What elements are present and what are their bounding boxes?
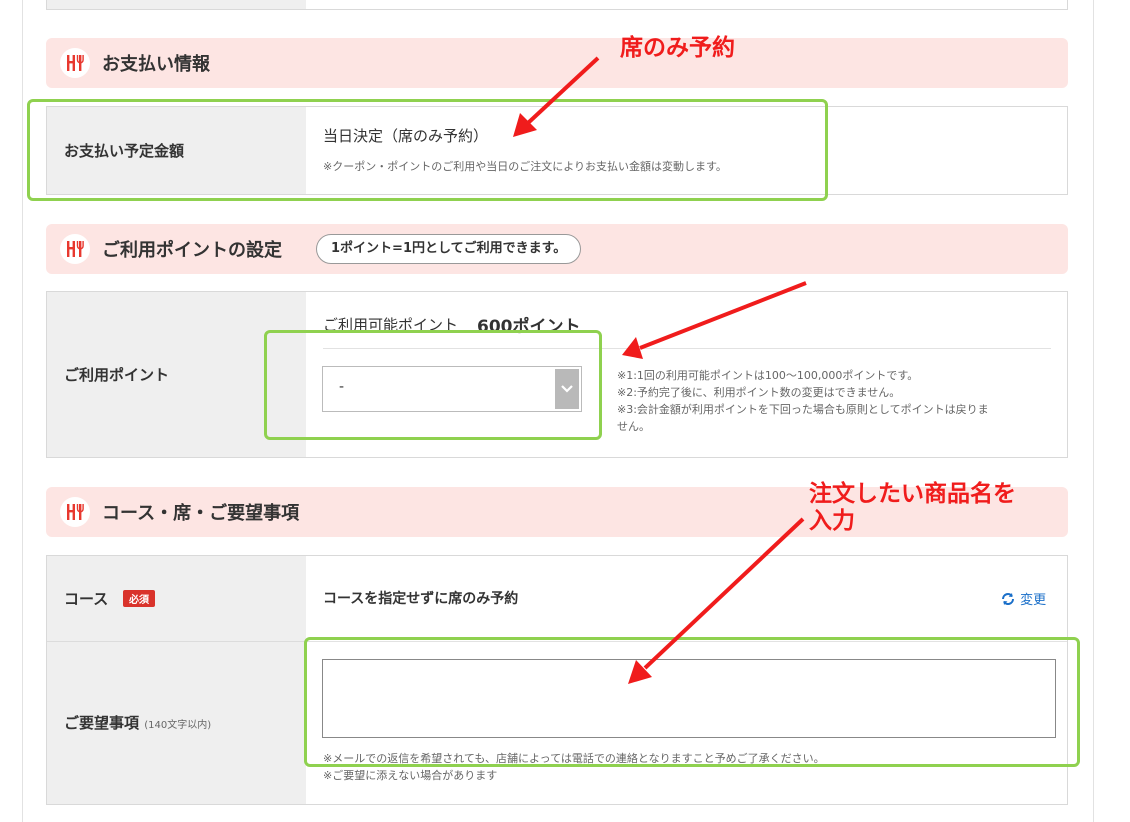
arrow-request <box>628 517 805 684</box>
annotation-arrows <box>513 56 807 684</box>
annotation-enter-item-line2: 入力 <box>809 508 855 534</box>
annotation-seat-only: 席のみ予約 <box>620 35 735 61</box>
arrow-points <box>622 281 807 359</box>
arrow-seat-only <box>513 56 600 137</box>
